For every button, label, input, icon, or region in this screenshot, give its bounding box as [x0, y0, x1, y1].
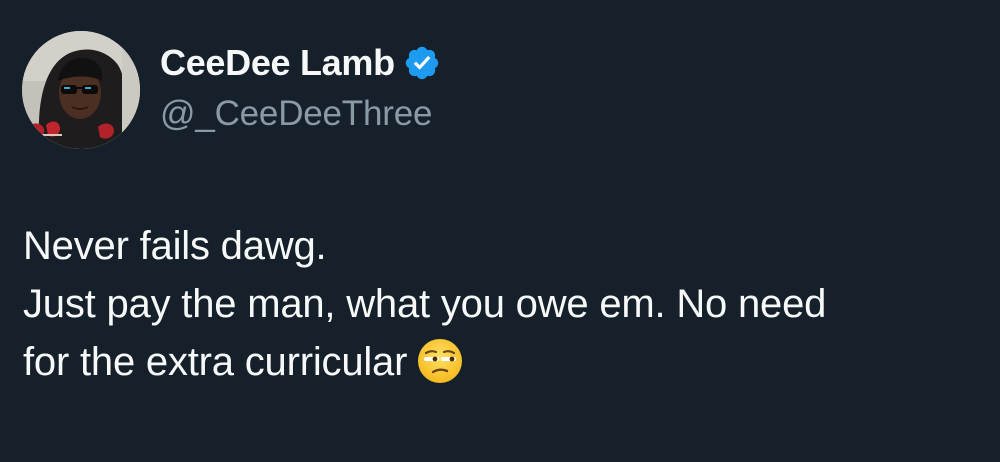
tweet-text-line: for the extra curricular	[23, 333, 983, 391]
profile-photo-avatar	[22, 31, 140, 149]
verified-badge-icon	[403, 44, 441, 82]
author-display-name[interactable]: CeeDee Lamb	[160, 42, 395, 84]
tweet-text-segment: for the extra curricular	[23, 340, 408, 384]
name-row: CeeDee Lamb	[160, 40, 441, 86]
author-avatar[interactable]	[22, 31, 140, 149]
tweet-text: Never fails dawg. Just pay the man, what…	[23, 217, 983, 391]
unamused-face-emoji-icon	[417, 338, 463, 384]
tweet-text-line: Just pay the man, what you owe em. No ne…	[23, 282, 827, 326]
tweet-text-line: Never fails dawg.	[23, 224, 327, 268]
tweet-header: CeeDee Lamb @_CeeDeeThree	[160, 40, 441, 134]
author-handle[interactable]: @_CeeDeeThree	[160, 94, 441, 134]
tweet-card[interactable]: CeeDee Lamb @_CeeDeeThree Never fails da…	[0, 0, 1000, 462]
